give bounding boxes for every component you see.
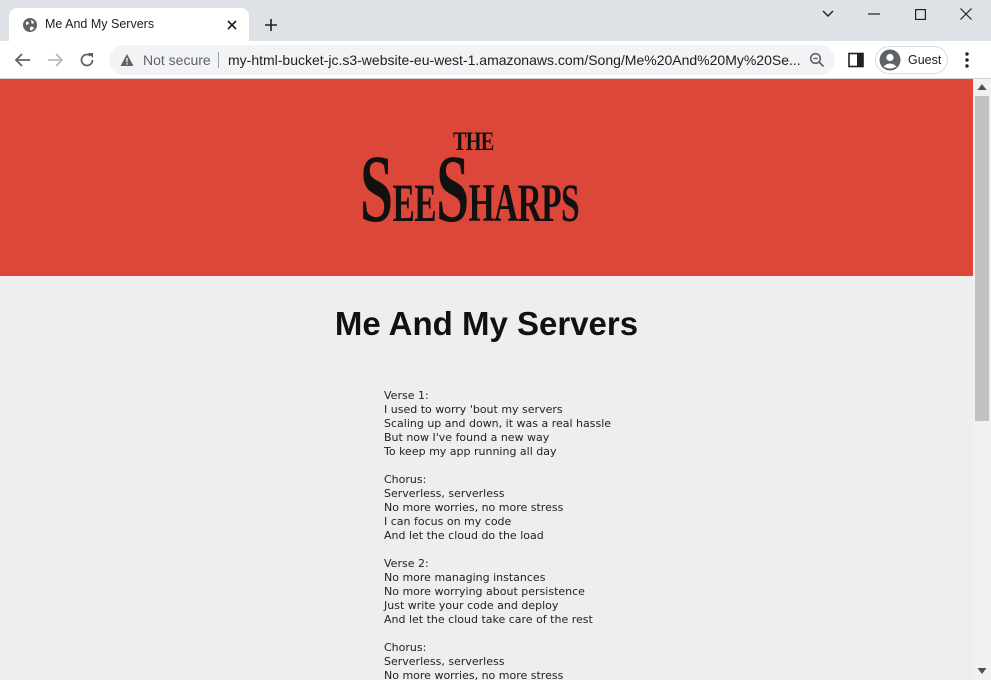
active-tab[interactable]: Me And My Servers [9,8,249,41]
profile-button[interactable]: Guest [875,46,948,74]
address-separator [218,52,219,68]
song-lyrics: Verse 1: I used to worry 'bout my server… [384,389,612,680]
address-bar[interactable]: Not secure my-html-bucket-jc.s3-website-… [109,45,835,75]
reload-button[interactable] [77,50,97,70]
scroll-down-arrow-icon[interactable] [977,667,987,675]
logo-see-rest: EE [392,173,436,233]
browser-menu-button[interactable] [958,51,976,69]
minimize-icon [868,13,880,15]
logo-wordmark: SEE SHARPS [360,141,580,237]
close-tab-button[interactable] [223,16,241,34]
more-vertical-icon [965,52,969,68]
new-tab-button[interactable] [261,15,281,35]
minimize-button[interactable] [864,4,884,24]
maximize-button[interactable] [910,4,930,24]
url-text[interactable]: my-html-bucket-jc.s3-website-eu-west-1.a… [228,52,800,68]
globe-icon [23,18,37,32]
hero-banner: THE SEE SHARPS [0,79,973,276]
security-label[interactable]: Not secure [143,52,211,68]
forward-button[interactable] [45,50,65,70]
logo-see-initial: S [360,135,393,242]
page-title: Me And My Servers [334,305,639,342]
page-viewport: THE SEE SHARPS Me And My Servers Verse 1… [0,79,973,680]
zoom-icon[interactable] [809,52,825,68]
chevron-down-icon [822,10,834,17]
side-panel-icon[interactable] [848,52,864,68]
plus-icon [265,19,277,31]
warning-icon [120,54,134,66]
reload-icon [80,53,94,67]
profile-label: Guest [908,53,942,67]
tab-strip: Me And My Servers [0,0,991,41]
arrow-left-icon [15,53,30,67]
avatar-icon [879,49,901,71]
browser-toolbar: Not secure my-html-bucket-jc.s3-website-… [0,41,991,79]
close-window-button[interactable] [956,4,976,24]
tab-search-button[interactable] [818,4,838,24]
logo-sharps-rest: HARPS [468,173,580,233]
close-icon [960,8,972,20]
tab-title: Me And My Servers [45,17,155,31]
scroll-thumb[interactable] [975,96,989,421]
arrow-right-icon [48,53,63,67]
band-logo: THE SEE SHARPS [360,127,615,237]
scroll-up-arrow-icon[interactable] [977,83,987,91]
page-scrollbar[interactable] [973,79,991,680]
logo-sharps-initial: S [436,135,469,242]
back-button[interactable] [13,50,33,70]
maximize-icon [914,8,926,20]
close-icon [227,20,237,30]
